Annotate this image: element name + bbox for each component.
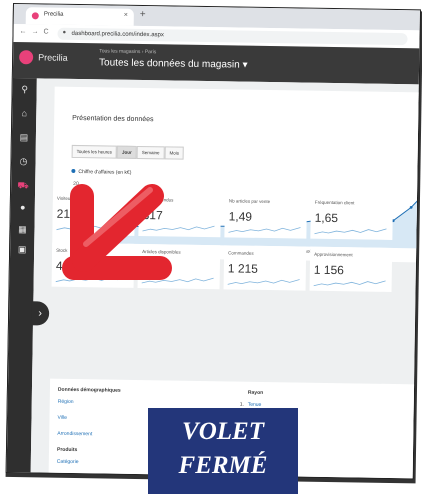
status-badge: VOLET FERMÉ <box>148 408 298 494</box>
badge-line-2: FERMÉ <box>178 452 268 479</box>
badge-line-1: VOLET <box>182 418 264 445</box>
